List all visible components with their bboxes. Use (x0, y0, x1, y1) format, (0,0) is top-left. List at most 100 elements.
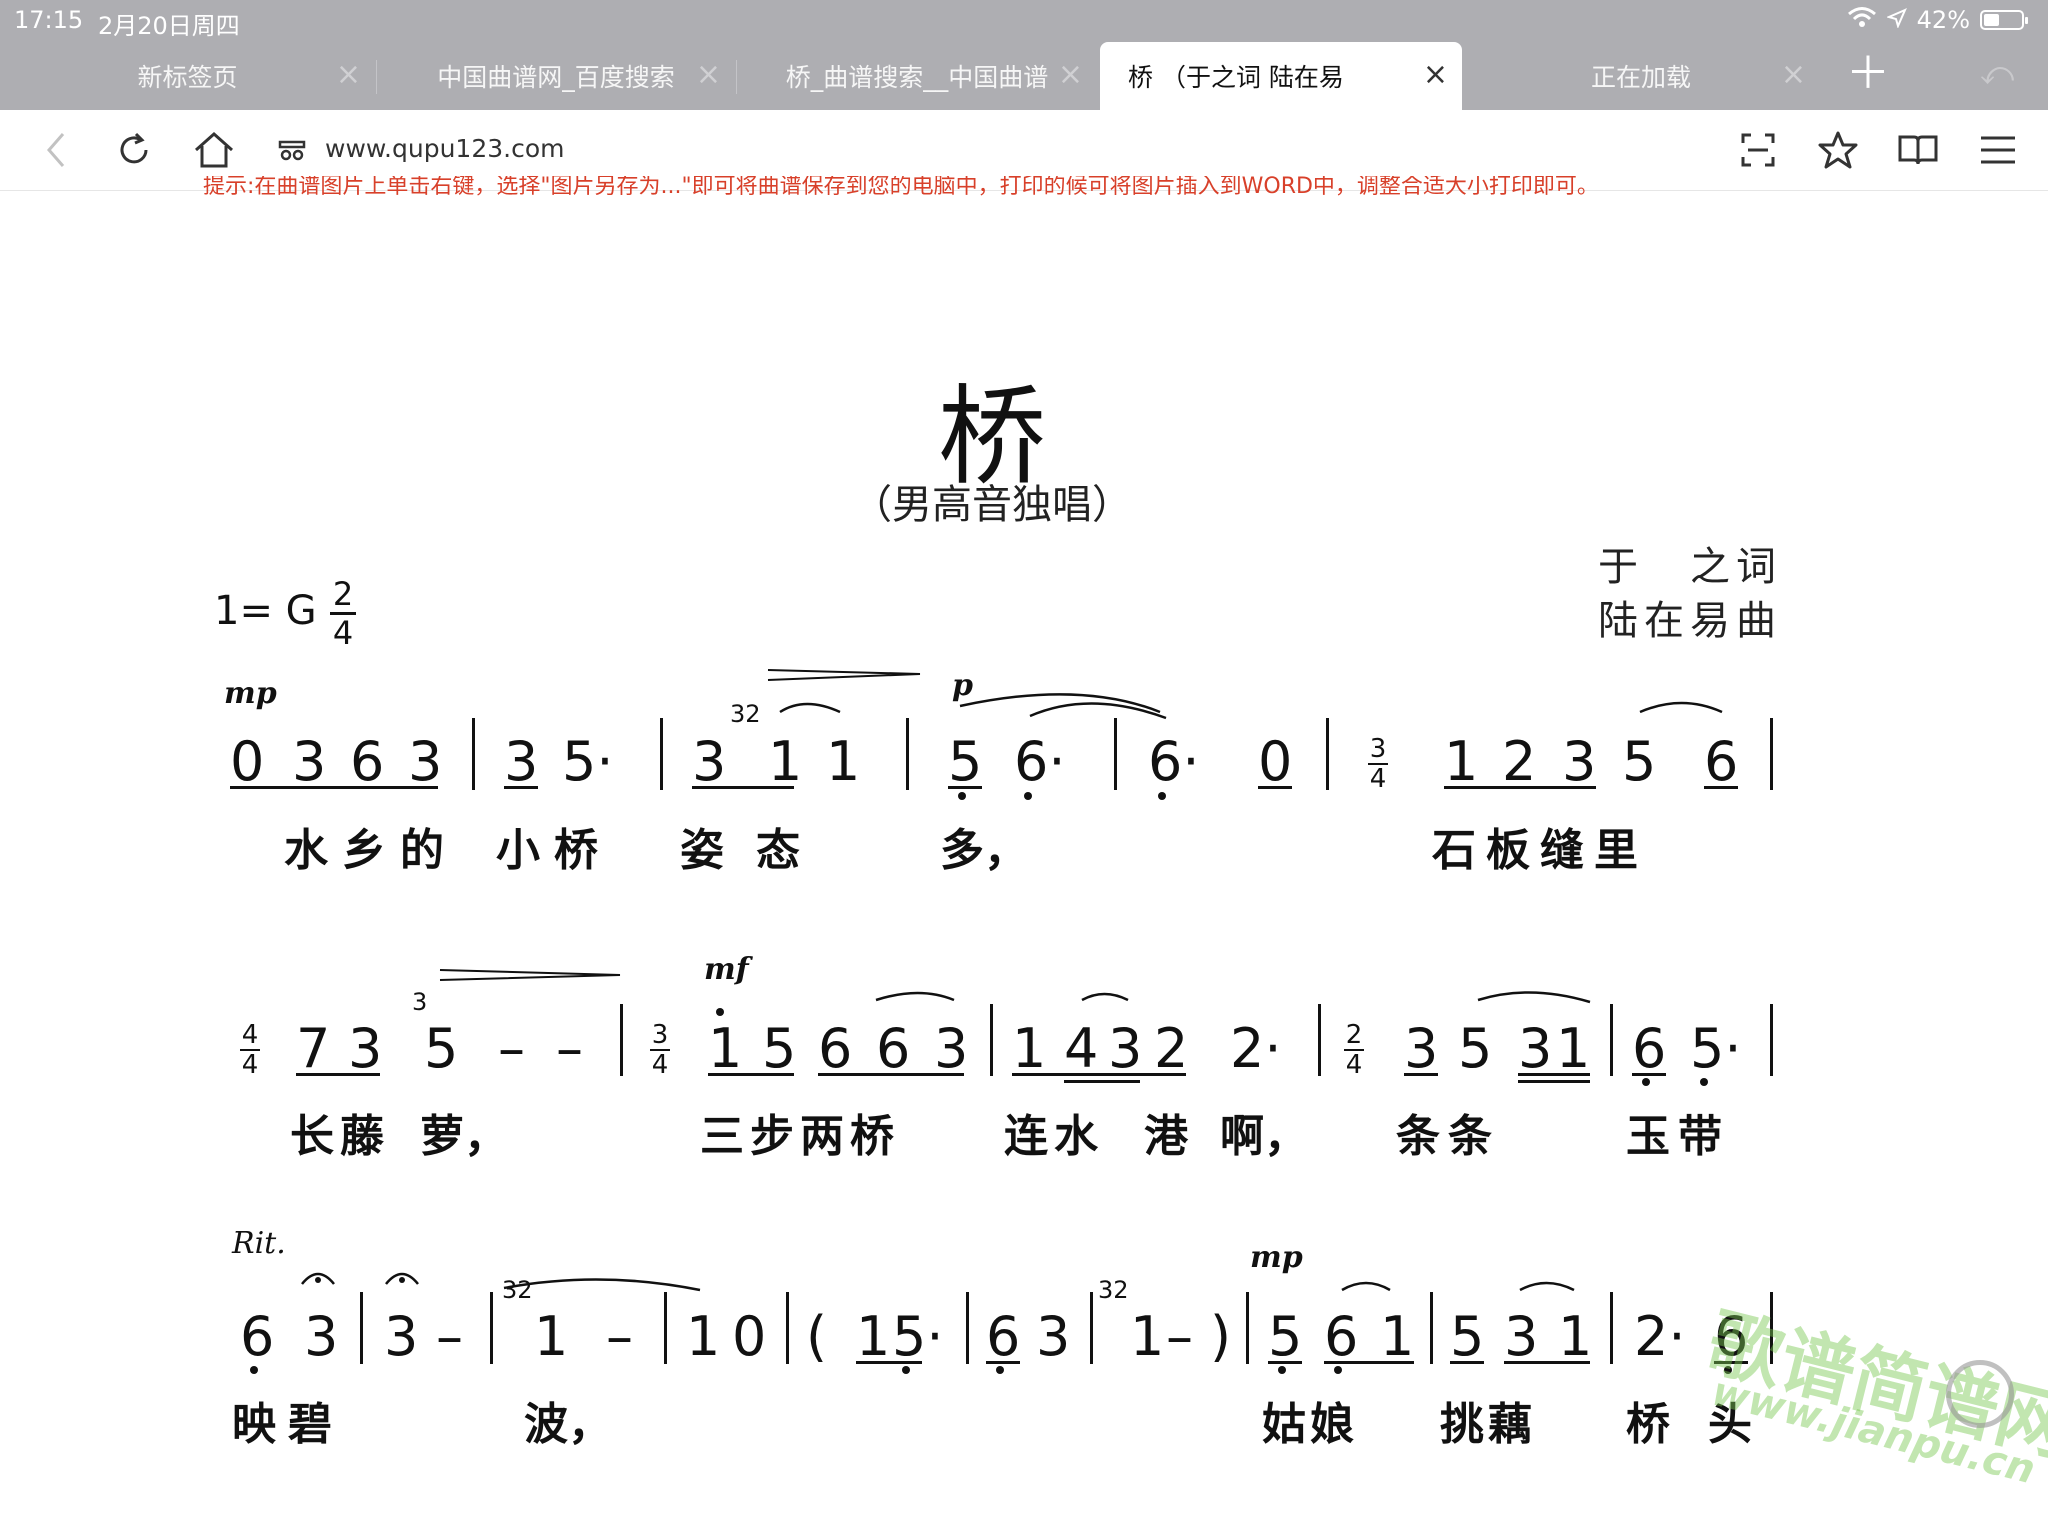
lyric: 三步两桥 (700, 1111, 900, 1162)
note: 5· (892, 1305, 944, 1368)
underline (1404, 1073, 1438, 1076)
note: 3 (934, 1017, 969, 1080)
low-dot (1642, 1078, 1650, 1086)
lyric: 石板缝里 (1432, 825, 1648, 876)
underline (1268, 1361, 1302, 1364)
lyric: 萝， (420, 1111, 508, 1162)
barline (664, 1292, 667, 1364)
note: 6 (1632, 1017, 1667, 1080)
ritardando: Rit. (232, 1226, 286, 1261)
floating-button[interactable] (1946, 1360, 2014, 1428)
note: 3 (504, 730, 539, 793)
lyric: 映碧 (232, 1399, 344, 1450)
note: 3 (384, 1305, 419, 1368)
lyric: 波， (524, 1399, 612, 1450)
low-dot (1278, 1366, 1286, 1374)
lyric: 港 (1144, 1111, 1188, 1162)
underline (856, 1361, 922, 1364)
barline (1318, 1004, 1321, 1076)
note: 1 (1012, 1017, 1047, 1080)
underline (1324, 1361, 1414, 1364)
barline (786, 1292, 789, 1364)
note: 5 (1450, 1305, 1485, 1368)
note: 3 (692, 730, 727, 793)
note: 5 (424, 1017, 459, 1080)
barline (360, 1292, 363, 1364)
barline (906, 718, 909, 790)
note: 5 (1458, 1017, 1493, 1080)
note: 1 (826, 730, 861, 793)
note: 3 (1562, 730, 1597, 793)
barline (1430, 1292, 1433, 1364)
dash: – (498, 1017, 525, 1080)
barline (620, 1004, 623, 1076)
note: 6 (350, 730, 385, 793)
note: 1 (534, 1305, 569, 1368)
note: 5 (762, 1017, 797, 1080)
dynamic-p: p (952, 668, 973, 703)
lyric: 玉带 (1626, 1111, 1730, 1162)
note: 1 (768, 730, 803, 793)
underline (1064, 1080, 1140, 1083)
ts-bottom: 4 (651, 1050, 669, 1080)
lyric: 态 (756, 825, 800, 876)
note: 3 (1108, 1017, 1143, 1080)
note: 3 (1504, 1305, 1539, 1368)
barline (1246, 1292, 1249, 1364)
grace-notes: 32 (730, 700, 761, 728)
underline (1258, 786, 1292, 789)
note: 1 (686, 1305, 721, 1368)
barline (1610, 1004, 1613, 1076)
note: 3 (408, 730, 443, 793)
low-dot (902, 1366, 910, 1374)
underline (504, 786, 538, 789)
note: 3 (1404, 1017, 1439, 1080)
note: 1 (856, 1305, 891, 1368)
note: 6 (1704, 730, 1739, 793)
dynamic-mf: mf (704, 952, 749, 987)
note: 2 (1154, 1017, 1189, 1080)
low-dot (996, 1366, 1004, 1374)
time-signature: 4 4 (240, 1022, 260, 1078)
ts-bottom: 4 (1369, 764, 1387, 794)
underline (1444, 786, 1596, 789)
note: 1 (1130, 1305, 1165, 1368)
lyric: 长藤 (290, 1111, 390, 1162)
grace-notes: 32 (502, 1276, 533, 1304)
underline (1518, 1080, 1590, 1083)
barline (1610, 1292, 1613, 1364)
lyric: 小桥 (496, 825, 612, 876)
underline (1518, 1073, 1590, 1076)
note: 2· (1230, 1017, 1282, 1080)
note: 1 (1444, 730, 1479, 793)
note: 0 (230, 730, 265, 793)
grace-notes: 32 (1098, 1276, 1129, 1304)
low-dot (1158, 792, 1166, 800)
ts-bottom: 4 (1345, 1050, 1363, 1080)
underline (692, 786, 794, 789)
lyric: 啊， (1220, 1111, 1308, 1162)
note: 6 (240, 1305, 275, 1368)
note: 5 (1268, 1305, 1303, 1368)
ts-top: 4 (241, 1020, 259, 1050)
note: 3 (304, 1305, 339, 1368)
barline (1114, 718, 1117, 790)
lyric: 姿 (680, 825, 724, 876)
note: 7 (296, 1017, 331, 1080)
note: 5 (948, 730, 983, 793)
barline (490, 1292, 493, 1364)
underline (948, 786, 982, 789)
note: 2 (1502, 730, 1537, 793)
underline (986, 1361, 1020, 1364)
ts-top: 2 (1345, 1020, 1363, 1050)
ts-top: 3 (1369, 734, 1387, 764)
lyric: 水乡的 (284, 825, 458, 876)
note: 6 (986, 1305, 1021, 1368)
underline (818, 1073, 964, 1076)
time-signature: 3 4 (1368, 736, 1388, 792)
barline (966, 1292, 969, 1364)
paren-close: ) (1210, 1305, 1232, 1368)
underline (1012, 1073, 1186, 1076)
ts-top: 3 (651, 1020, 669, 1050)
barline (472, 718, 475, 790)
